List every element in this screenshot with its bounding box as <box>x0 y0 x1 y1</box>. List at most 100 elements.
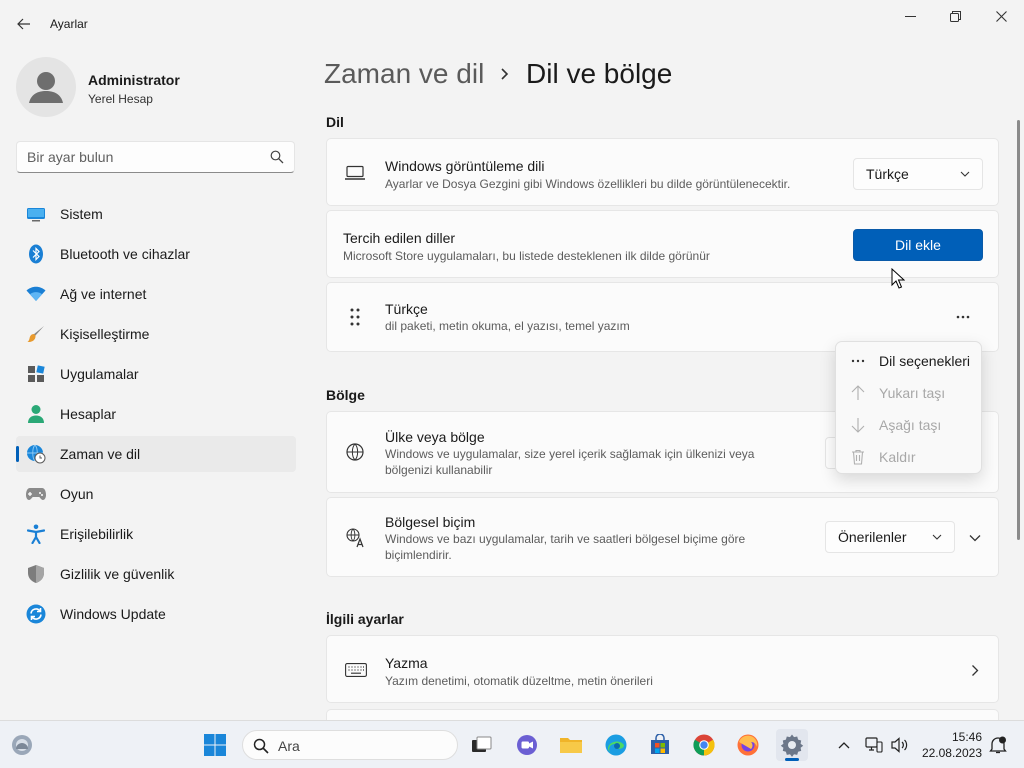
sidebar-item-system[interactable]: Sistem <box>16 196 296 232</box>
restore-button[interactable] <box>932 0 978 32</box>
search-icon <box>253 738 269 754</box>
chrome-button[interactable] <box>688 729 720 761</box>
regional-format-card: Bölgesel biçim Windows ve bazı uygulamal… <box>326 497 999 577</box>
search-input[interactable] <box>27 149 257 165</box>
section-heading-language: Dil <box>326 114 344 130</box>
search-icon <box>270 150 284 164</box>
globe-clock-icon <box>26 444 46 464</box>
sidebar-item-time-language[interactable]: Zaman ve dil <box>16 436 296 472</box>
task-view-button[interactable] <box>466 729 498 761</box>
mouse-cursor-icon <box>891 268 905 289</box>
dropdown-value: Türkçe <box>866 166 909 182</box>
firefox-button[interactable] <box>732 729 764 761</box>
menu-item-remove[interactable]: Kaldır <box>836 442 983 472</box>
volume-tray-button[interactable] <box>886 729 914 761</box>
display-language-card: Windows görüntüleme dili Ayarlar ve Dosy… <box>326 138 999 206</box>
sidebar-item-label: Windows Update <box>60 606 166 622</box>
gear-icon <box>780 734 804 757</box>
drag-handle-icon[interactable] <box>347 307 363 327</box>
close-button[interactable] <box>978 0 1024 32</box>
clock-date[interactable]: 22.08.2023 <box>918 746 982 760</box>
gamepad-icon <box>26 484 46 504</box>
sidebar-item-gaming[interactable]: Oyun <box>16 476 296 512</box>
profile-name: Administrator <box>88 72 180 88</box>
page-title: Dil ve bölge <box>526 58 673 89</box>
start-button[interactable] <box>199 729 231 761</box>
chrome-icon <box>693 734 715 756</box>
shield-icon <box>26 564 46 584</box>
menu-item-move-down[interactable]: Aşağı taşı <box>836 410 983 440</box>
widgets-button[interactable] <box>6 729 38 761</box>
sidebar-item-accounts[interactable]: Hesaplar <box>16 396 296 432</box>
sidebar-item-apps[interactable]: Uygulamalar <box>16 356 296 392</box>
taskbar-search[interactable]: Ara <box>242 730 458 760</box>
chevron-right-icon <box>501 68 509 80</box>
minimize-icon <box>904 15 916 17</box>
chat-icon <box>517 735 537 755</box>
add-language-button[interactable]: Dil ekle <box>853 229 983 261</box>
regional-format-title: Bölgesel biçim <box>385 514 476 530</box>
clock-time[interactable]: 15:46 <box>940 730 982 744</box>
notifications-button[interactable] <box>984 729 1012 761</box>
sidebar-item-privacy[interactable]: Gizlilik ve güvenlik <box>16 556 296 592</box>
file-explorer-button[interactable] <box>555 729 587 761</box>
chevron-up-icon <box>838 742 850 749</box>
apps-icon <box>26 364 46 384</box>
more-options-button[interactable] <box>947 305 979 329</box>
menu-item-move-up[interactable]: Yukarı taşı <box>836 378 983 408</box>
store-button[interactable] <box>644 729 676 761</box>
windows-logo-icon <box>204 734 226 756</box>
wifi-icon <box>26 284 46 304</box>
minimize-button[interactable] <box>887 0 933 32</box>
sidebar-item-label: Zaman ve dil <box>60 446 141 462</box>
user-icon <box>29 72 63 103</box>
regional-format-icon <box>345 527 367 549</box>
regional-format-dropdown[interactable]: Önerilenler <box>825 521 955 553</box>
more-icon <box>849 359 867 363</box>
update-icon <box>26 604 46 624</box>
chevron-right-icon <box>965 660 985 680</box>
network-tray-button[interactable] <box>860 729 888 761</box>
country-region-subtitle-1: Windows ve uygulamalar, size yerel içeri… <box>385 447 755 461</box>
menu-item-language-options[interactable]: Dil seçenekleri <box>836 346 983 376</box>
sidebar-item-personalization[interactable]: Kişiselleştirme <box>16 316 296 352</box>
typing-title: Yazma <box>385 655 428 671</box>
edge-button[interactable] <box>600 729 632 761</box>
avatar[interactable] <box>16 57 76 117</box>
trash-icon <box>849 449 867 465</box>
sidebar-item-label: Oyun <box>60 486 94 502</box>
typing-card[interactable]: Yazma Yazım denetimi, otomatik düzeltme,… <box>326 635 999 703</box>
sidebar-item-label: Bluetooth ve cihazlar <box>60 246 190 262</box>
sidebar-item-label: Ağ ve internet <box>60 286 147 302</box>
show-hidden-icons-button[interactable] <box>828 729 860 761</box>
back-button[interactable] <box>8 8 40 40</box>
arrow-left-icon <box>17 18 30 30</box>
monitor-icon <box>26 204 46 224</box>
sidebar-item-bluetooth[interactable]: Bluetooth ve cihazlar <box>16 236 296 272</box>
chevron-down-icon <box>932 534 942 540</box>
scrollbar[interactable] <box>1017 120 1020 540</box>
settings-taskbar-button[interactable] <box>776 729 808 761</box>
settings-search[interactable] <box>16 141 295 173</box>
breadcrumb-parent[interactable]: Zaman ve dil <box>324 58 484 90</box>
display-language-subtitle: Ayarlar ve Dosya Gezgini gibi Windows öz… <box>385 177 791 191</box>
chevron-down-icon <box>969 535 981 542</box>
expand-button[interactable] <box>963 526 987 550</box>
person-icon <box>26 404 46 424</box>
network-icon <box>865 737 883 753</box>
accessibility-icon <box>26 524 46 544</box>
sidebar-item-label: Uygulamalar <box>60 366 139 382</box>
sidebar-item-label: Sistem <box>60 206 103 222</box>
profile-account-type: Yerel Hesap <box>88 92 153 106</box>
language-title: Türkçe <box>385 301 428 317</box>
sidebar-item-network[interactable]: Ağ ve internet <box>16 276 296 312</box>
sidebar-item-accessibility[interactable]: Erişilebilirlik <box>16 516 296 552</box>
arrow-down-icon <box>849 417 867 433</box>
chevron-down-icon <box>960 171 970 177</box>
display-language-dropdown[interactable]: Türkçe <box>853 158 983 190</box>
active-indicator <box>785 758 799 761</box>
sidebar-item-label: Hesaplar <box>60 406 117 422</box>
sidebar-item-windows-update[interactable]: Windows Update <box>16 596 296 632</box>
regional-format-subtitle-1: Windows ve bazı uygulamalar, tarih ve sa… <box>385 532 746 546</box>
chat-button[interactable] <box>511 729 543 761</box>
